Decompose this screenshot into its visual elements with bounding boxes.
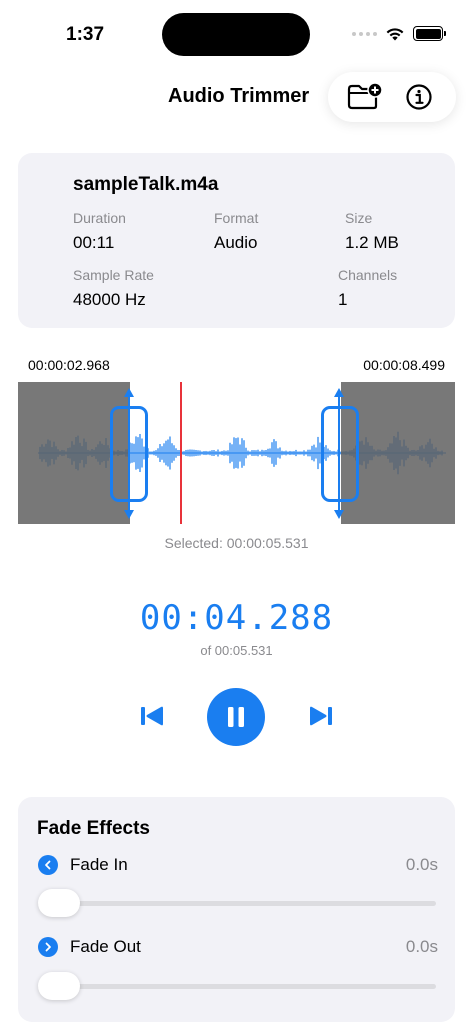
left-handle-top-arrow [124,388,134,397]
skip-end-icon [310,706,332,726]
playhead[interactable] [180,382,182,524]
fade-in-icon [38,855,58,875]
dynamic-island [162,13,310,56]
page-title: Audio Trimmer [168,85,310,107]
skip-start-icon [141,706,163,726]
fade-out-slider-thumb[interactable] [38,972,80,1000]
fade-in-slider-thumb[interactable] [38,889,80,917]
info-icon [406,84,432,110]
fade-in-row: Fade In 0.0s [38,853,438,877]
pause-icon [228,707,244,727]
fade-out-label: Fade Out [70,937,141,956]
current-time: 00:04.288 [139,598,334,638]
size-label: Size [345,210,373,226]
folder-plus-icon [347,82,383,110]
total-time: of 00:05.531 [200,643,273,658]
trim-end-handle[interactable] [321,406,359,502]
left-handle-bottom-arrow [124,510,134,519]
fade-effects-card: Fade Effects Fade In 0.0s Fade Out 0.0s [18,797,455,1022]
trim-end-time: 00:00:08.499 [363,357,445,373]
selected-duration: Selected: 00:00:05.531 [164,535,309,551]
right-handle-top-arrow [334,388,344,397]
file-info-card: sampleTalk.m4a Duration 00:11 Format Aud… [18,153,455,328]
fade-out-value: 0.0s [405,937,438,956]
fade-out-row: Fade Out 0.0s [38,935,438,959]
fade-in-value: 0.0s [405,855,438,874]
fade-out-slider[interactable] [38,972,436,1000]
wifi-icon [386,28,404,41]
sample-rate-value: 48000 Hz [73,290,146,309]
fade-out-icon [38,937,58,957]
file-name: sampleTalk.m4a [73,174,219,195]
skip-to-end-button[interactable] [305,700,337,732]
right-handle-bottom-arrow [334,510,344,519]
duration-value: 00:11 [73,233,115,252]
pause-button[interactable] [207,688,265,746]
fade-effects-title: Fade Effects [37,818,150,839]
info-button[interactable] [399,77,439,117]
import-file-button[interactable] [345,77,385,117]
format-value: Audio [214,233,258,252]
channels-label: Channels [338,267,398,283]
trim-start-time: 00:00:02.968 [28,357,110,373]
fade-in-label: Fade In [70,855,128,874]
size-value: 1.2 MB [345,233,399,252]
signal-icon [352,31,377,36]
channels-value: 1 [338,290,348,309]
waveform-editor[interactable] [18,382,455,524]
sample-rate-label: Sample Rate [73,267,154,283]
duration-label: Duration [73,210,126,226]
format-label: Format [214,210,259,226]
battery-icon [413,26,446,41]
trim-start-handle[interactable] [110,406,148,502]
status-time: 1:37 [66,24,105,45]
nav-actions [328,72,456,122]
skip-to-start-button[interactable] [136,700,168,732]
status-indicators [352,26,446,41]
fade-in-slider[interactable] [38,889,436,917]
